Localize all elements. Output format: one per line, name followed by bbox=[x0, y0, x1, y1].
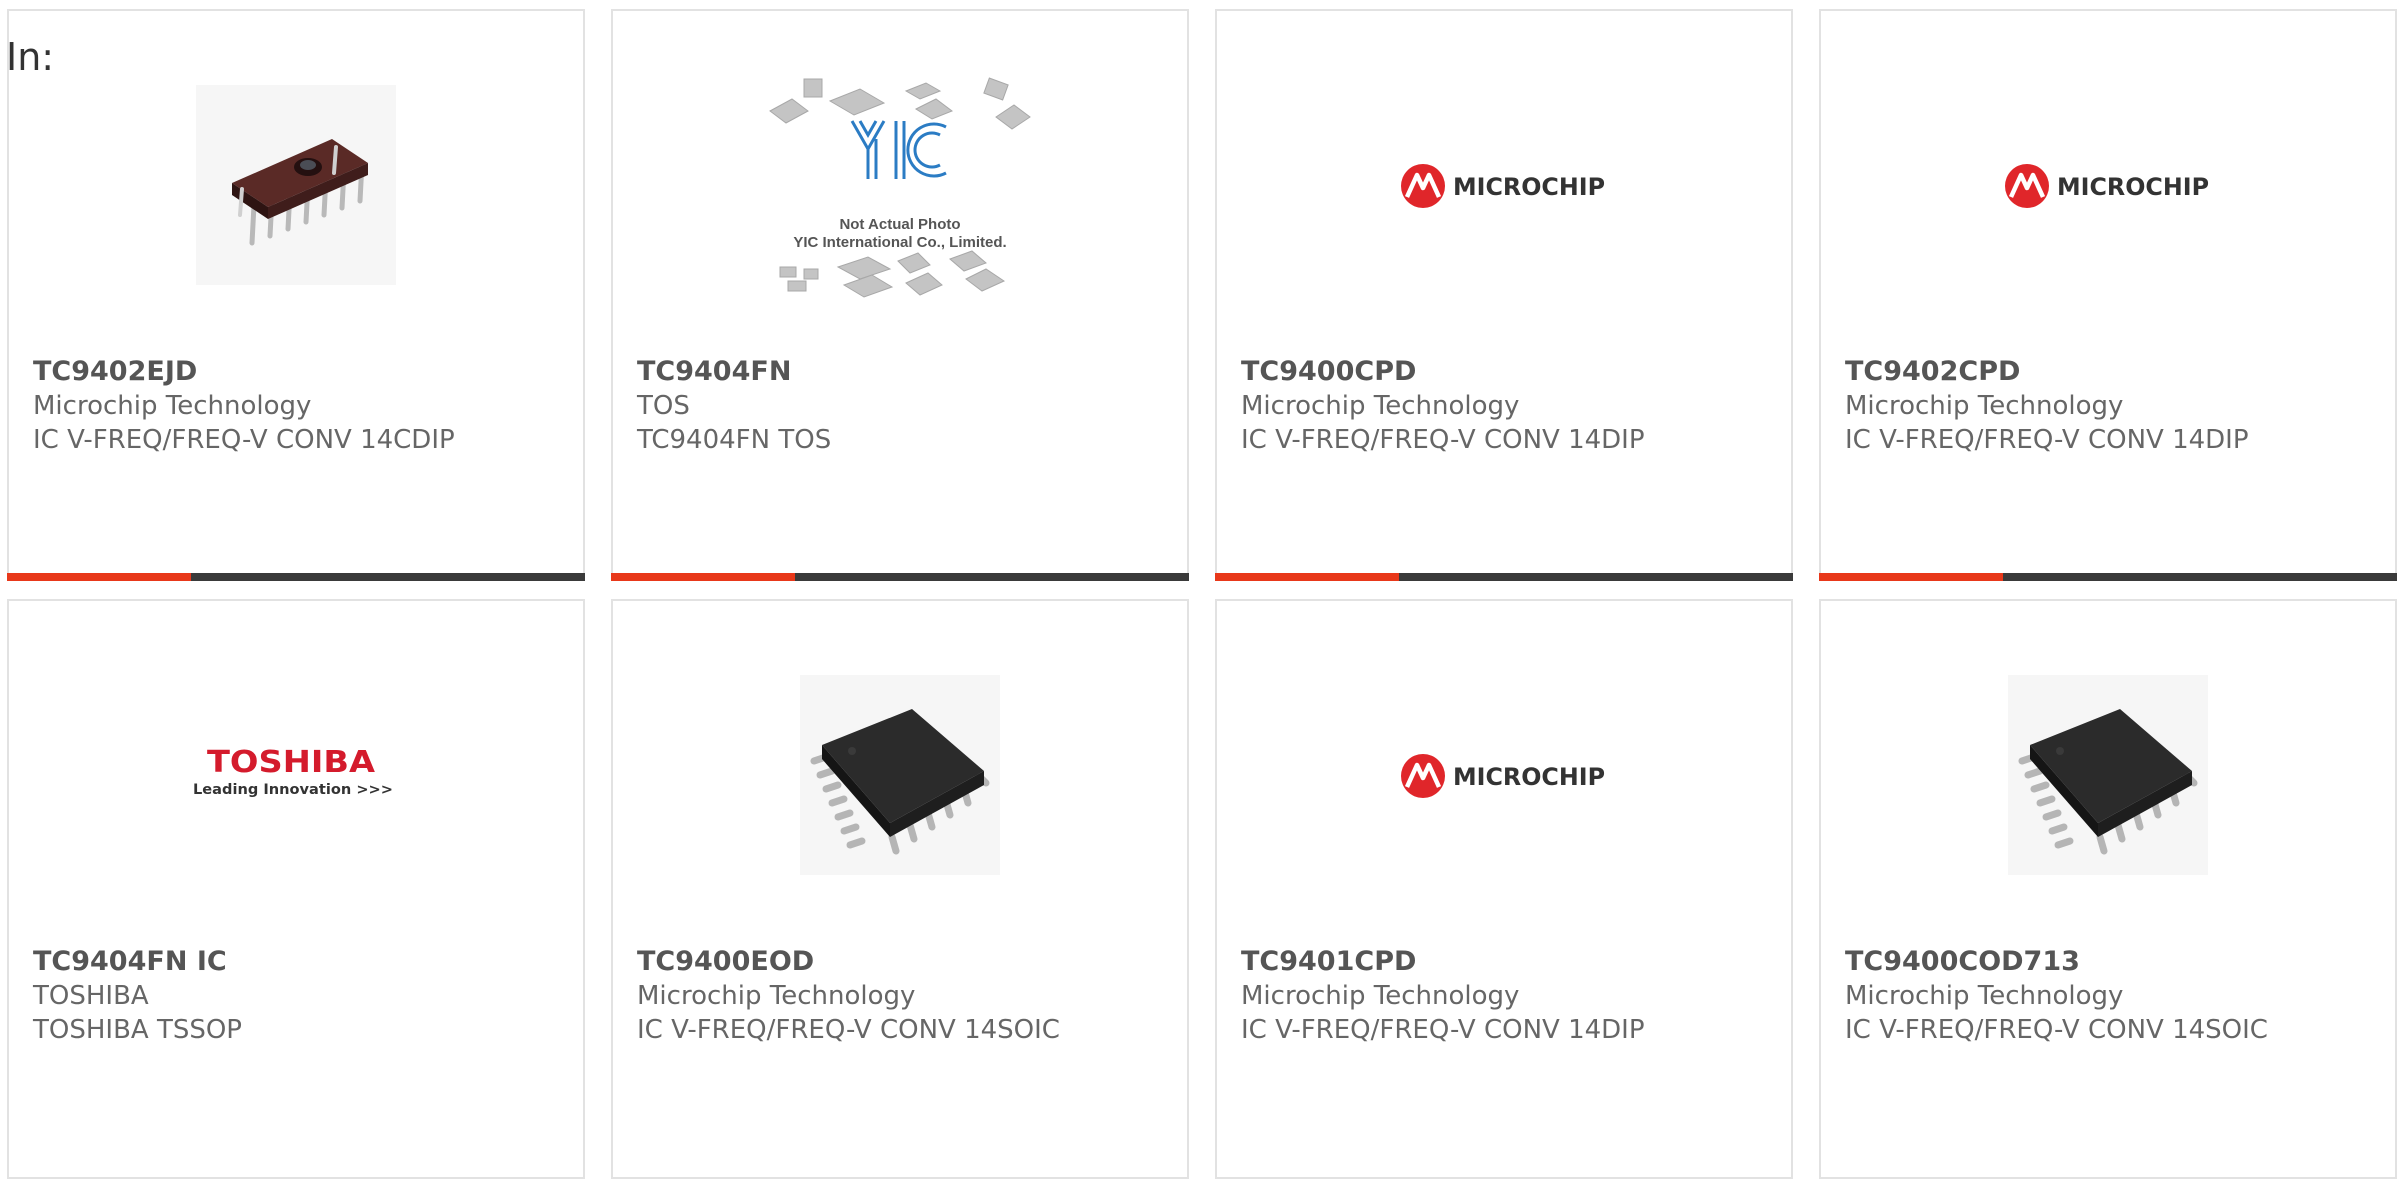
bar-segment bbox=[2003, 573, 2397, 581]
part-number[interactable]: TC9402CPD bbox=[1845, 355, 2385, 389]
card-accent-bar bbox=[7, 573, 585, 581]
bar-segment bbox=[191, 573, 585, 581]
part-number[interactable]: TC9404FN IC bbox=[33, 945, 573, 979]
manufacturer: TOS bbox=[637, 391, 690, 421]
product-card-tc9404fn[interactable]: Not Actual Photo YIC International Co., … bbox=[611, 9, 1189, 581]
accent-segment bbox=[7, 573, 191, 581]
logo-text: TOSHIBA bbox=[207, 745, 376, 780]
yic-placeholder-icon: Not Actual Photo YIC International Co., … bbox=[769, 77, 1031, 298]
description: IC V-FREQ/FREQ-V CONV 14DIP bbox=[1241, 1015, 1645, 1045]
product-card-tc9404fn-ic[interactable]: TOSHIBA Leading Innovation >>> TC9404FN … bbox=[7, 599, 585, 1179]
product-image[interactable] bbox=[9, 75, 583, 295]
microchip-logo-icon: MICROCHIP bbox=[1401, 754, 1605, 798]
manufacturer: Microchip Technology bbox=[33, 391, 312, 421]
bar-segment bbox=[795, 573, 1189, 581]
product-image[interactable]: TOSHIBA Leading Innovation >>> bbox=[9, 727, 583, 817]
logo-text: MICROCHIP bbox=[1453, 763, 1605, 791]
part-number[interactable]: TC9401CPD bbox=[1241, 945, 1781, 979]
microchip-logo-icon: MICROCHIP bbox=[1401, 164, 1605, 208]
description: IC V-FREQ/FREQ-V CONV 14SOIC bbox=[1845, 1015, 2268, 1045]
logo-tagline: Leading Innovation >>> bbox=[193, 782, 393, 798]
soic-chip-photo-icon bbox=[2008, 675, 2208, 875]
product-card-tc9402ejd[interactable]: TC9402EJD Microchip Technology IC V-FREQ… bbox=[7, 9, 585, 581]
description: IC V-FREQ/FREQ-V CONV 14SOIC bbox=[637, 1015, 1060, 1045]
placeholder-line1: Not Actual Photo bbox=[839, 216, 960, 233]
card-accent-bar bbox=[1819, 573, 2397, 581]
product-card-tc9400cod713[interactable]: TC9400COD713 Microchip Technology IC V-F… bbox=[1819, 599, 2397, 1179]
manufacturer: Microchip Technology bbox=[1241, 981, 1520, 1011]
product-card-tc9400eod[interactable]: TC9400EOD Microchip Technology IC V-FREQ… bbox=[611, 599, 1189, 1179]
microchip-logo-icon: MICROCHIP bbox=[2005, 164, 2209, 208]
part-number[interactable]: TC9400CPD bbox=[1241, 355, 1781, 389]
dip-chip-photo-icon bbox=[196, 85, 396, 285]
part-number[interactable]: TC9404FN bbox=[637, 355, 1177, 389]
description: IC V-FREQ/FREQ-V CONV 14CDIP bbox=[33, 425, 455, 455]
toshiba-logo-icon: TOSHIBA Leading Innovation >>> bbox=[193, 745, 393, 798]
accent-segment bbox=[611, 573, 795, 581]
placeholder-line2: YIC International Co., Limited. bbox=[793, 234, 1006, 251]
description: TOSHIBA TSSOP bbox=[33, 1015, 242, 1045]
manufacturer: Microchip Technology bbox=[1845, 391, 2124, 421]
soic-chip-photo-icon bbox=[800, 675, 1000, 875]
manufacturer: Microchip Technology bbox=[637, 981, 916, 1011]
part-number[interactable]: TC9400COD713 bbox=[1845, 945, 2385, 979]
in-label: In: bbox=[6, 35, 55, 79]
part-number[interactable]: TC9400EOD bbox=[637, 945, 1177, 979]
manufacturer: Microchip Technology bbox=[1845, 981, 2124, 1011]
bar-segment bbox=[1399, 573, 1793, 581]
product-card-tc9400cpd[interactable]: MICROCHIP TC9400CPD Microchip Technology… bbox=[1215, 9, 1793, 581]
product-image[interactable]: MICROCHIP bbox=[1821, 141, 2395, 231]
product-image[interactable]: MICROCHIP bbox=[1217, 141, 1791, 231]
accent-segment bbox=[1215, 573, 1399, 581]
part-number[interactable]: TC9402EJD bbox=[33, 355, 573, 389]
logo-text: MICROCHIP bbox=[1453, 173, 1605, 201]
logo-text: MICROCHIP bbox=[2057, 173, 2209, 201]
description: IC V-FREQ/FREQ-V CONV 14DIP bbox=[1241, 425, 1645, 455]
product-image[interactable]: MICROCHIP bbox=[1217, 731, 1791, 821]
product-image[interactable] bbox=[613, 665, 1187, 885]
manufacturer: TOSHIBA bbox=[33, 981, 149, 1011]
description: TC9404FN TOS bbox=[637, 425, 832, 455]
product-image[interactable] bbox=[1821, 665, 2395, 885]
product-card-tc9401cpd[interactable]: MICROCHIP TC9401CPD Microchip Technology… bbox=[1215, 599, 1793, 1179]
card-accent-bar bbox=[611, 573, 1189, 581]
description: IC V-FREQ/FREQ-V CONV 14DIP bbox=[1845, 425, 2249, 455]
manufacturer: Microchip Technology bbox=[1241, 391, 1520, 421]
product-card-tc9402cpd[interactable]: MICROCHIP TC9402CPD Microchip Technology… bbox=[1819, 9, 2397, 581]
product-image[interactable]: Not Actual Photo YIC International Co., … bbox=[613, 71, 1187, 311]
accent-segment bbox=[1819, 573, 2003, 581]
card-accent-bar bbox=[1215, 573, 1793, 581]
